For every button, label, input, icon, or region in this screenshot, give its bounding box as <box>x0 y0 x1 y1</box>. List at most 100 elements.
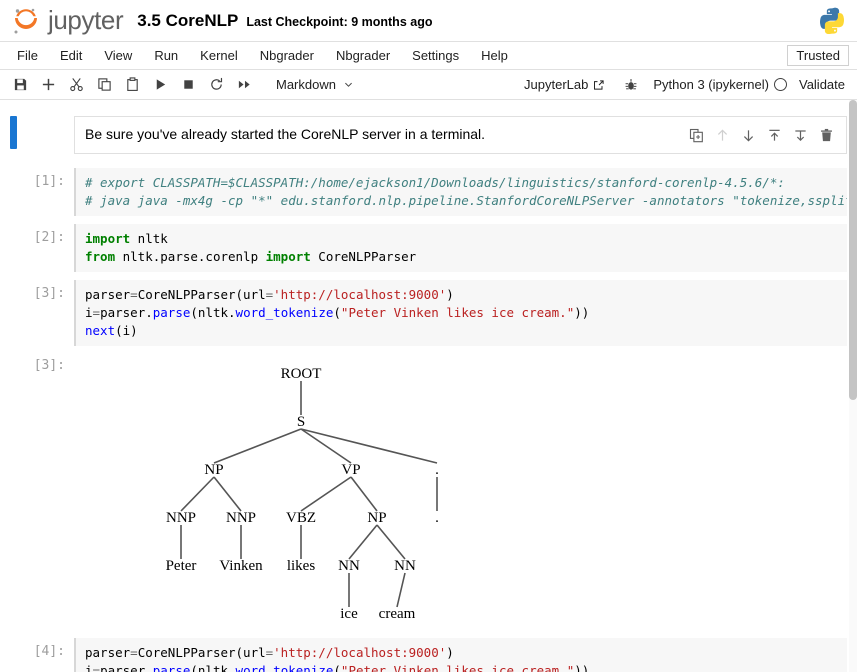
tree-node-label: VBZ <box>286 510 316 526</box>
tree-nodes: ROOT S NP VP . NNP NNP VBZ NP . Peter Vinken likes NN… <box>166 366 439 622</box>
debugger-bug-icon[interactable] <box>617 73 645 97</box>
code-line: # export CLASSPATH=$CLASSPATH:/home/ejac… <box>85 175 785 190</box>
tree-node-label: Peter <box>166 558 197 574</box>
jupyterlab-label: JupyterLab <box>524 77 589 92</box>
move-cell-down-icon[interactable] <box>738 125 758 145</box>
jupyterlab-link[interactable]: JupyterLab <box>524 77 605 92</box>
run-icon[interactable] <box>146 73 174 97</box>
code-line: from nltk.parse.corenlp import CoreNLPPa… <box>85 249 417 264</box>
menu-item-kernel[interactable]: Kernel <box>189 44 249 67</box>
cell-prompt-2: [2]: <box>33 230 65 245</box>
insert-cell-below-icon[interactable] <box>790 125 810 145</box>
cut-icon[interactable] <box>62 73 90 97</box>
copy-icon[interactable] <box>90 73 118 97</box>
code-line: i=parser.parse(nltk.word_tokenize("Peter… <box>85 663 590 672</box>
python-logo-icon <box>819 7 845 34</box>
tree-node-label: NP <box>204 462 223 478</box>
code-line: parser=CoreNLPParser(url='http://localho… <box>85 645 454 660</box>
code-cell-2-body[interactable]: import nltk from nltk.parse.corenlp impo… <box>74 224 847 272</box>
code-line: i=parser.parse(nltk.word_tokenize("Peter… <box>85 305 590 320</box>
tree-node-label: NNP <box>166 510 196 526</box>
markdown-cell-body[interactable]: Be sure you've already started the CoreN… <box>74 116 847 154</box>
external-link-icon <box>594 79 604 90</box>
code-line: import nltk <box>85 231 168 246</box>
kernel-indicator[interactable]: Python 3 (ipykernel) <box>653 77 787 92</box>
stop-icon[interactable] <box>174 73 202 97</box>
tree-node-label: ice <box>340 606 358 622</box>
menu-item-nbgrader-2[interactable]: Nbgrader <box>325 44 401 67</box>
tree-node-label: likes <box>287 558 315 574</box>
cell-type-value: Markdown <box>276 77 336 92</box>
vertical-scrollbar[interactable] <box>849 100 857 672</box>
add-cell-icon[interactable] <box>34 73 62 97</box>
restart-run-all-icon[interactable] <box>230 73 258 97</box>
tree-node-label: VP <box>341 462 360 478</box>
menu-item-edit[interactable]: Edit <box>49 44 93 67</box>
cell-toolbar <box>678 125 836 145</box>
menu-item-settings[interactable]: Settings <box>401 44 470 67</box>
tree-edge <box>350 476 378 512</box>
cell-prompt-3: [3]: <box>33 286 65 301</box>
save-icon[interactable] <box>6 73 34 97</box>
tree-node-label: ROOT <box>281 366 322 382</box>
tree-edge <box>396 572 406 608</box>
constituency-parse-tree: ROOT S NP VP . NNP NNP VBZ NP . Peter Vinken likes NN… <box>166 366 439 622</box>
notebook-area: Be sure you've already started the CoreN… <box>0 100 857 672</box>
chevron-down-icon <box>345 82 352 87</box>
output-prompt-3: [3]: <box>33 358 65 373</box>
validate-button[interactable]: Validate <box>799 77 845 92</box>
tree-node-label: NN <box>394 558 416 574</box>
jupyter-logo-group[interactable]: jupyter <box>12 5 124 37</box>
cell-type-dropdown[interactable]: Markdown <box>270 75 360 94</box>
code-line: # java java -mx4g -cp "*" edu.stanford.n… <box>85 193 847 208</box>
kernel-status-icon <box>773 78 787 91</box>
jupyter-logo-icon <box>14 8 37 33</box>
tree-node-label: . <box>435 462 439 478</box>
tree-edge <box>180 476 215 512</box>
menu-item-nbgrader-1[interactable]: Nbgrader <box>249 44 325 67</box>
notebook-title[interactable]: 3.5 CoreNLP <box>137 11 238 31</box>
duplicate-cell-icon[interactable] <box>686 125 706 145</box>
paste-icon[interactable] <box>118 73 146 97</box>
code-cell-4-body[interactable]: parser=CoreNLPParser(url='http://localho… <box>74 638 847 672</box>
move-cell-up-icon[interactable] <box>712 125 732 145</box>
code-cell-3-body[interactable]: parser=CoreNLPParser(url='http://localho… <box>74 280 847 346</box>
trusted-badge[interactable]: Trusted <box>787 45 849 66</box>
parse-tree-output: ROOT S NP VP. NNP NNP VBZ NP. Peter Vinken likes NN… <box>74 354 857 632</box>
tree-node-label: NP <box>367 510 386 526</box>
code-line: parser=CoreNLPParser(url='http://localho… <box>85 287 454 302</box>
tree-edge <box>213 428 302 464</box>
output-cell-3: [3]: ROOT S NP VP. NNP NNP VBZ NP. Peter Vinken li… <box>0 354 857 632</box>
menu-item-run[interactable]: Run <box>143 44 189 67</box>
markdown-cell[interactable]: Be sure you've already started the CoreN… <box>0 116 857 154</box>
tree-edge <box>300 428 438 464</box>
cell-selection-bar <box>10 116 17 149</box>
scrollbar-thumb[interactable] <box>849 100 857 400</box>
tree-edge <box>300 428 352 464</box>
notebook-toolbar: Markdown JupyterLab Python 3 (ipykernel)… <box>0 70 857 100</box>
code-cell-1-body[interactable]: # export CLASSPATH=$CLASSPATH:/home/ejac… <box>74 168 847 216</box>
delete-cell-icon[interactable] <box>816 125 836 145</box>
code-cell-3[interactable]: [3]: parser=CoreNLPParser(url='http://lo… <box>0 280 857 346</box>
menu-item-help[interactable]: Help <box>470 44 519 67</box>
cell-prompt-4: [4]: <box>33 644 65 659</box>
restart-icon[interactable] <box>202 73 230 97</box>
app-header: jupyter 3.5 CoreNLP Last Checkpoint: 9 m… <box>0 0 857 42</box>
tree-edge <box>300 476 352 512</box>
insert-cell-above-icon[interactable] <box>764 125 784 145</box>
tree-node-label: NN <box>338 558 360 574</box>
menu-bar: File Edit View Run Kernel Nbgrader Nbgra… <box>0 42 857 70</box>
kernel-name-label: Python 3 (ipykernel) <box>653 77 769 92</box>
menu-item-file[interactable]: File <box>6 44 49 67</box>
tree-edge <box>376 524 406 560</box>
tree-edge <box>213 476 242 512</box>
tree-node-label: Vinken <box>219 558 263 574</box>
validate-label: Validate <box>798 77 845 92</box>
code-line: next(i) <box>85 323 138 338</box>
tree-node-label: cream <box>379 606 416 622</box>
cell-prompt-1: [1]: <box>33 174 65 189</box>
code-cell-2[interactable]: [2]: import nltk from nltk.parse.corenlp… <box>0 224 857 272</box>
code-cell-1[interactable]: [1]: # export CLASSPATH=$CLASSPATH:/home… <box>0 168 857 216</box>
menu-item-view[interactable]: View <box>93 44 143 67</box>
code-cell-4[interactable]: [4]: parser=CoreNLPParser(url='http://lo… <box>0 638 857 672</box>
